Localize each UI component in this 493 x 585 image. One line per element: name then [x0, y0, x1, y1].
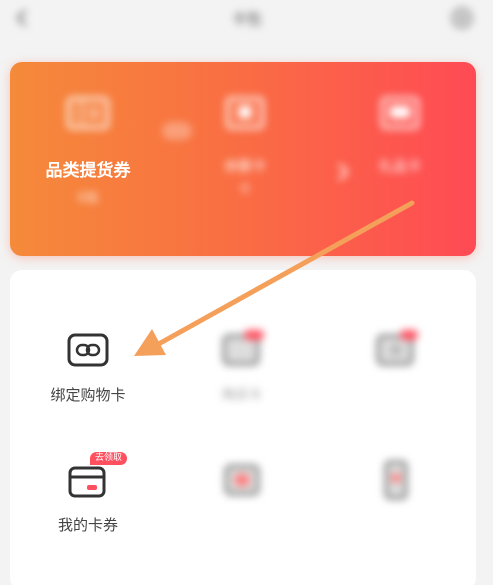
- gift-card-label: 礼品卡: [379, 159, 421, 175]
- gift-icon: [380, 96, 420, 130]
- coupon-count: 0张: [77, 191, 99, 206]
- card-service[interactable]: [172, 458, 312, 514]
- settings-icon[interactable]: [450, 6, 474, 30]
- gift-card-summary[interactable]: 礼品卡: [335, 92, 465, 182]
- coupon-summary[interactable]: ¥ 品类提货券 0张: [23, 92, 153, 206]
- buy-card-service[interactable]: 购买卡: [172, 328, 312, 403]
- new-badge: 去领取: [90, 452, 128, 465]
- bind-card-label: 绑定购物卡: [50, 386, 126, 404]
- page-title: 卡包: [231, 10, 262, 28]
- services-panel: 绑定购物卡 购买卡 去领取 我的卡券: [10, 270, 476, 585]
- redeem-service[interactable]: [326, 328, 466, 384]
- card-summary-banner: ¥ 品类提货券 0张 余额卡 0 礼品卡: [10, 62, 476, 256]
- svg-text:¥: ¥: [90, 107, 98, 121]
- balance-card-label: 余额卡: [224, 159, 266, 175]
- coupon-icon: ¥: [66, 96, 110, 130]
- my-coupons-label: 我的卡券: [57, 516, 118, 534]
- redeem-icon: [376, 330, 418, 366]
- card-icon: [224, 464, 260, 496]
- buy-card-label: 购买卡: [222, 388, 262, 403]
- my-coupons-service[interactable]: 去领取 我的卡券: [18, 452, 158, 535]
- coupon-label: 品类提货券: [45, 161, 131, 181]
- balance-card-summary[interactable]: 余额卡 0: [180, 92, 310, 197]
- top-bar: 卡包: [0, 0, 493, 40]
- balance-card-count: 0: [240, 182, 250, 197]
- bind-card-service[interactable]: 绑定购物卡: [18, 328, 158, 405]
- link-icon: [67, 333, 109, 367]
- card-icon: [225, 96, 265, 130]
- buy-card-icon: [222, 330, 264, 366]
- phone-service[interactable]: [326, 458, 466, 514]
- phone-icon: [384, 460, 408, 500]
